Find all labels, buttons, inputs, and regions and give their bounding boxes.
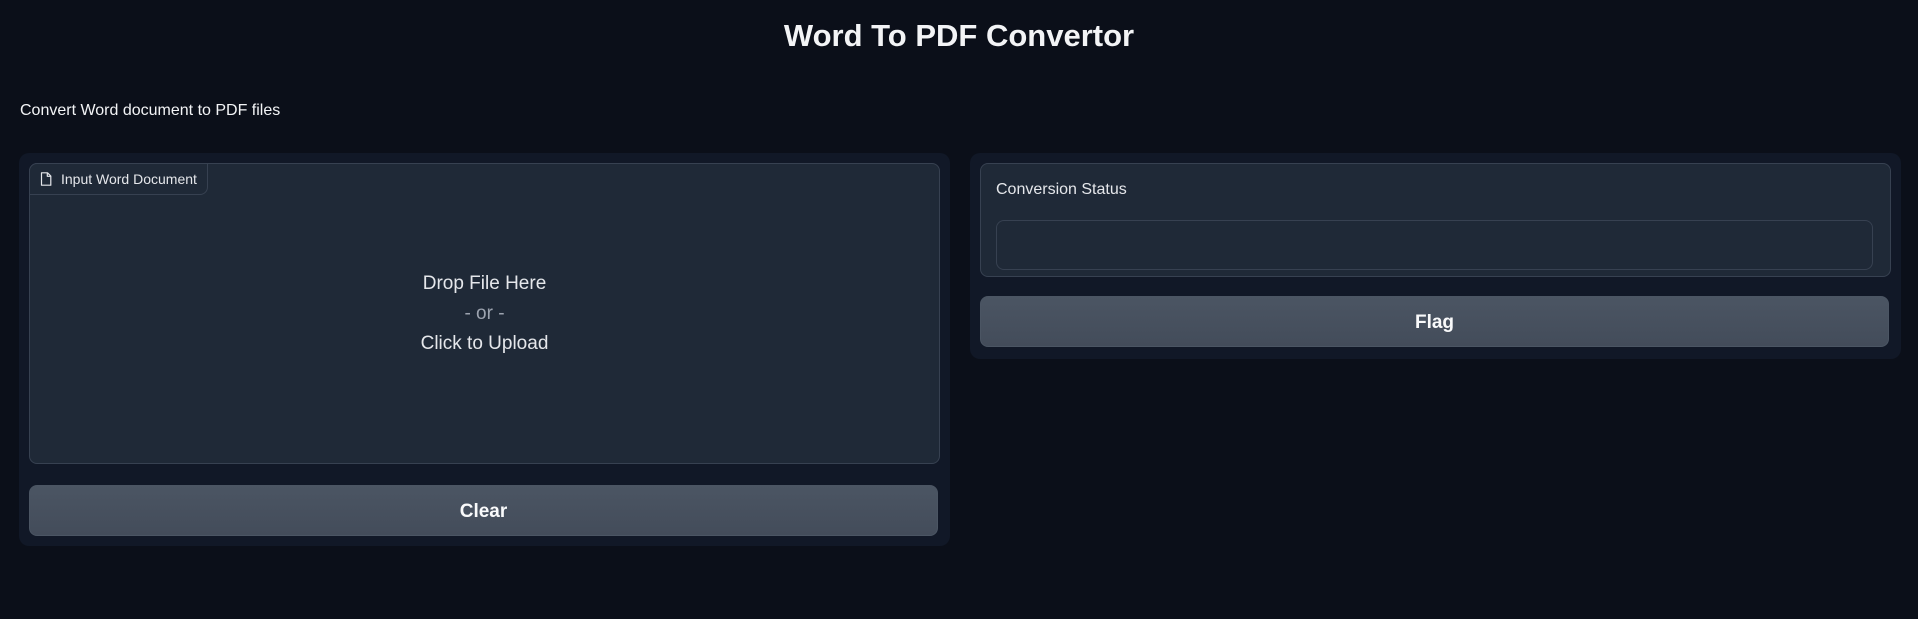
file-icon bbox=[40, 172, 52, 186]
page-description: Convert Word document to PDF files bbox=[20, 102, 281, 119]
conversion-status-label: Conversion Status bbox=[996, 181, 1127, 198]
page-title: Word To PDF Convertor bbox=[783, 18, 1135, 53]
upload-label-text: Input Word Document bbox=[61, 171, 197, 187]
flag-button[interactable]: Flag bbox=[980, 296, 1889, 347]
file-upload-dropzone[interactable]: Input Word Document Drop File Here - or … bbox=[29, 163, 940, 464]
app-page: Word To PDF Convertor Convert Word docum… bbox=[0, 0, 1918, 619]
conversion-status-field[interactable] bbox=[996, 220, 1873, 270]
clear-button[interactable]: Clear bbox=[29, 485, 938, 536]
output-panel: Conversion Status Flag bbox=[970, 153, 1901, 359]
drop-instructions: Drop File Here - or - Click to Upload bbox=[30, 269, 939, 359]
or-separator: - or - bbox=[464, 303, 505, 324]
drop-file-text: Drop File Here bbox=[422, 273, 547, 294]
click-to-upload-text: Click to Upload bbox=[420, 333, 549, 354]
input-panel: Input Word Document Drop File Here - or … bbox=[19, 153, 950, 546]
conversion-status-block: Conversion Status bbox=[980, 163, 1891, 277]
upload-label: Input Word Document bbox=[29, 163, 208, 195]
